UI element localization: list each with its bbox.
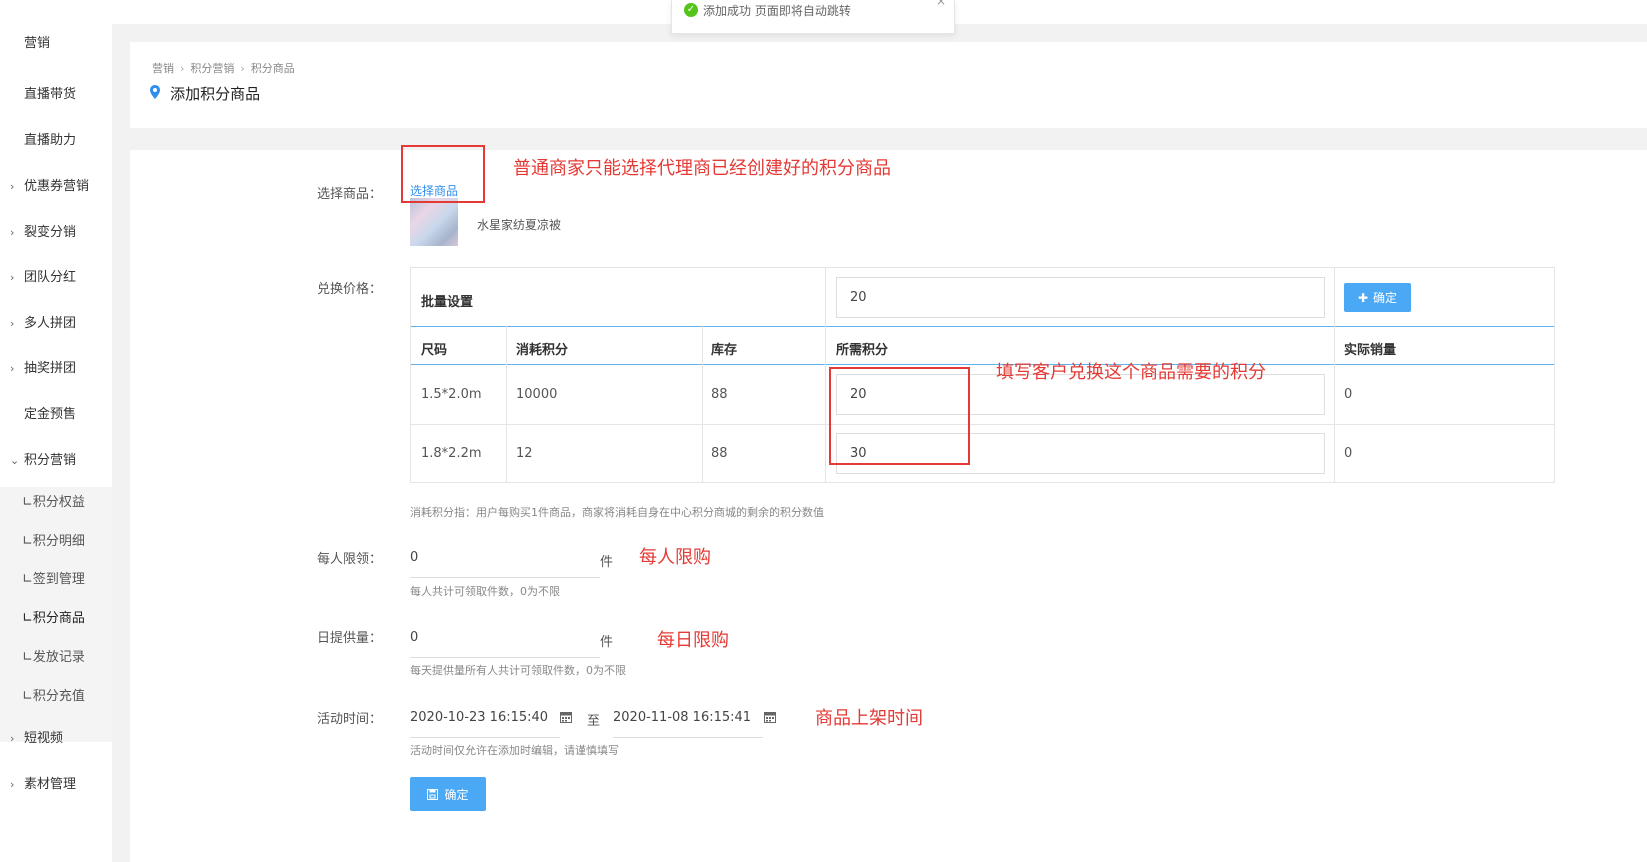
chevron-down-icon: ⌄ xyxy=(10,454,20,467)
end-time-input[interactable]: 2020-11-08 16:15:41 xyxy=(613,710,763,738)
annotation-time-note: 商品上架时间 xyxy=(815,708,923,729)
sidebar-subitem-checkin[interactable]: ∟签到管理 xyxy=(22,570,85,590)
column-divider xyxy=(825,268,826,482)
chevron-right-icon: › xyxy=(10,226,15,239)
row2-cost: 12 xyxy=(516,446,533,461)
sidebar-item-live-boost[interactable]: 直播助力 xyxy=(0,131,112,151)
column-divider xyxy=(506,326,507,482)
success-toast: ✓ 添加成功 页面即将自动跳转 × xyxy=(671,0,955,34)
per-person-hint: 每人共计可领取件数，0为不限 xyxy=(410,585,560,598)
sidebar-item-points-marketing[interactable]: ⌄ 积分营销 xyxy=(0,451,112,471)
daily-supply-unit: 件 xyxy=(600,635,614,650)
chevron-right-icon: › xyxy=(10,271,15,284)
product-thumbnail xyxy=(410,198,458,246)
sidebar-item-team-bonus[interactable]: › 团队分红 xyxy=(0,268,112,288)
daily-supply-label: 日提供量： xyxy=(317,631,383,646)
chevron-right-icon: › xyxy=(10,732,15,745)
activity-time-label: 活动时间： xyxy=(317,712,383,727)
sidebar-item-presale[interactable]: 定金预售 xyxy=(0,405,112,425)
per-person-unit: 件 xyxy=(600,555,614,570)
sidebar-subitem-points-rights[interactable]: ∟积分权益 xyxy=(22,493,85,513)
form-card: 选择商品： 选择商品 水星家纺夏凉被 兑换价格： 批量设置 20 ✚ 确定 尺码 … xyxy=(130,150,1647,862)
submit-button[interactable]: 确定 xyxy=(410,777,486,811)
sidebar-item-lottery-group[interactable]: › 抽奖拼团 xyxy=(0,359,112,379)
per-person-limit-input[interactable]: 0 xyxy=(410,550,600,578)
location-pin-icon xyxy=(150,85,164,103)
sku-points-table: 批量设置 20 ✚ 确定 尺码 消耗积分 库存 所需积分 实际销量 1.5*2.0… xyxy=(410,267,1555,483)
cost-points-hint: 消耗积分指：用户每购买1件商品，商家将消耗自身在中心积分商城的剩余的积分数值 xyxy=(410,506,824,519)
row1-size: 1.5*2.0m xyxy=(421,387,482,402)
chevron-right-icon: › xyxy=(10,362,15,375)
sidebar: 营销 直播带货 直播助力 › 优惠券营销 › 裂变分销 › 团队分红 › 多人拼团 › 抽… xyxy=(0,24,112,862)
row1-stock: 88 xyxy=(711,387,728,402)
sidebar-item-short-video[interactable]: › 短视频 xyxy=(0,729,112,749)
activity-time-hint: 活动时间仅允许在添加时编辑，请谨慎填写 xyxy=(410,744,619,757)
column-divider xyxy=(702,326,703,482)
sidebar-item-marketing[interactable]: 营销 xyxy=(0,34,112,54)
close-icon[interactable]: × xyxy=(936,0,946,8)
sidebar-subitem-points-products[interactable]: ∟积分商品 xyxy=(22,609,85,629)
time-range-separator: 至 xyxy=(587,714,601,729)
annotation-box-points xyxy=(829,367,970,465)
sidebar-subitem-issue-records[interactable]: ∟发放记录 xyxy=(22,648,85,668)
breadcrumb-item: 积分商品 xyxy=(250,62,295,75)
sidebar-item-coupons[interactable]: › 优惠券营销 xyxy=(0,177,112,197)
column-header-required-points: 所需积分 xyxy=(836,343,889,358)
table-header-bottom-border xyxy=(411,364,1554,365)
page-title: 添加积分商品 xyxy=(150,83,260,104)
annotation-select-note: 普通商家只能选择代理商已经创建好的积分商品 xyxy=(513,158,891,179)
breadcrumb-item[interactable]: 营销 xyxy=(152,62,174,75)
product-name: 水星家纺夏凉被 xyxy=(477,218,562,232)
batch-points-input[interactable]: 20 xyxy=(836,277,1325,318)
column-header-cost-points: 消耗积分 xyxy=(516,343,569,358)
select-product-label: 选择商品： xyxy=(317,187,383,202)
calendar-icon[interactable] xyxy=(764,711,776,726)
plus-icon: ✚ xyxy=(1357,290,1369,305)
annotation-per-person-note: 每人限购 xyxy=(639,547,711,568)
chevron-right-icon: › xyxy=(10,317,15,330)
row-divider xyxy=(411,424,1554,425)
save-icon xyxy=(427,788,439,800)
daily-supply-hint: 每天提供量所有人共计可领取件数，0为不限 xyxy=(410,664,626,677)
row2-size: 1.8*2.2m xyxy=(421,446,482,461)
sidebar-item-live-sales[interactable]: 直播带货 xyxy=(0,85,112,105)
sidebar-item-materials[interactable]: › 素材管理 xyxy=(0,775,112,795)
chevron-right-icon: › xyxy=(10,778,15,791)
column-header-stock: 库存 xyxy=(711,343,738,358)
breadcrumb-item[interactable]: 积分营销 xyxy=(190,62,234,75)
row1-cost: 10000 xyxy=(516,387,558,402)
row2-stock: 88 xyxy=(711,446,728,461)
chevron-right-icon: › xyxy=(10,180,15,193)
row2-sales: 0 xyxy=(1344,446,1353,461)
column-header-actual-sales: 实际销量 xyxy=(1344,343,1397,358)
breadcrumb-separator: › xyxy=(240,62,245,75)
batch-setting-label: 批量设置 xyxy=(421,295,474,310)
annotation-daily-note: 每日限购 xyxy=(657,630,729,651)
sidebar-subitem-points-recharge[interactable]: ∟积分充值 xyxy=(22,687,85,707)
sidebar-item-group-buy[interactable]: › 多人拼团 xyxy=(0,314,112,334)
table-header-top-border xyxy=(411,326,1554,327)
calendar-icon[interactable] xyxy=(560,711,572,726)
row1-sales: 0 xyxy=(1344,387,1353,402)
start-time-input[interactable]: 2020-10-23 16:15:40 xyxy=(410,710,560,738)
page-header: 营销 › 积分营销 › 积分商品 添加积分商品 xyxy=(130,42,1647,128)
breadcrumb-separator: › xyxy=(180,62,185,75)
column-divider xyxy=(1334,268,1335,482)
column-header-size: 尺码 xyxy=(421,343,448,358)
daily-supply-input[interactable]: 0 xyxy=(410,630,600,658)
annotation-box-select xyxy=(401,145,485,203)
exchange-price-label: 兑换价格： xyxy=(317,282,383,297)
check-circle-icon: ✓ xyxy=(684,3,698,17)
per-person-limit-label: 每人限领： xyxy=(317,552,383,567)
sidebar-subitem-points-detail[interactable]: ∟积分明细 xyxy=(22,532,85,552)
breadcrumb: 营销 › 积分营销 › 积分商品 xyxy=(152,60,295,76)
toast-message: 添加成功 页面即将自动跳转 xyxy=(703,4,851,18)
sidebar-item-fission[interactable]: › 裂变分销 xyxy=(0,223,112,243)
batch-confirm-button[interactable]: ✚ 确定 xyxy=(1344,283,1411,312)
annotation-points-note: 填写客户兑换这个商品需要的积分 xyxy=(996,362,1266,383)
